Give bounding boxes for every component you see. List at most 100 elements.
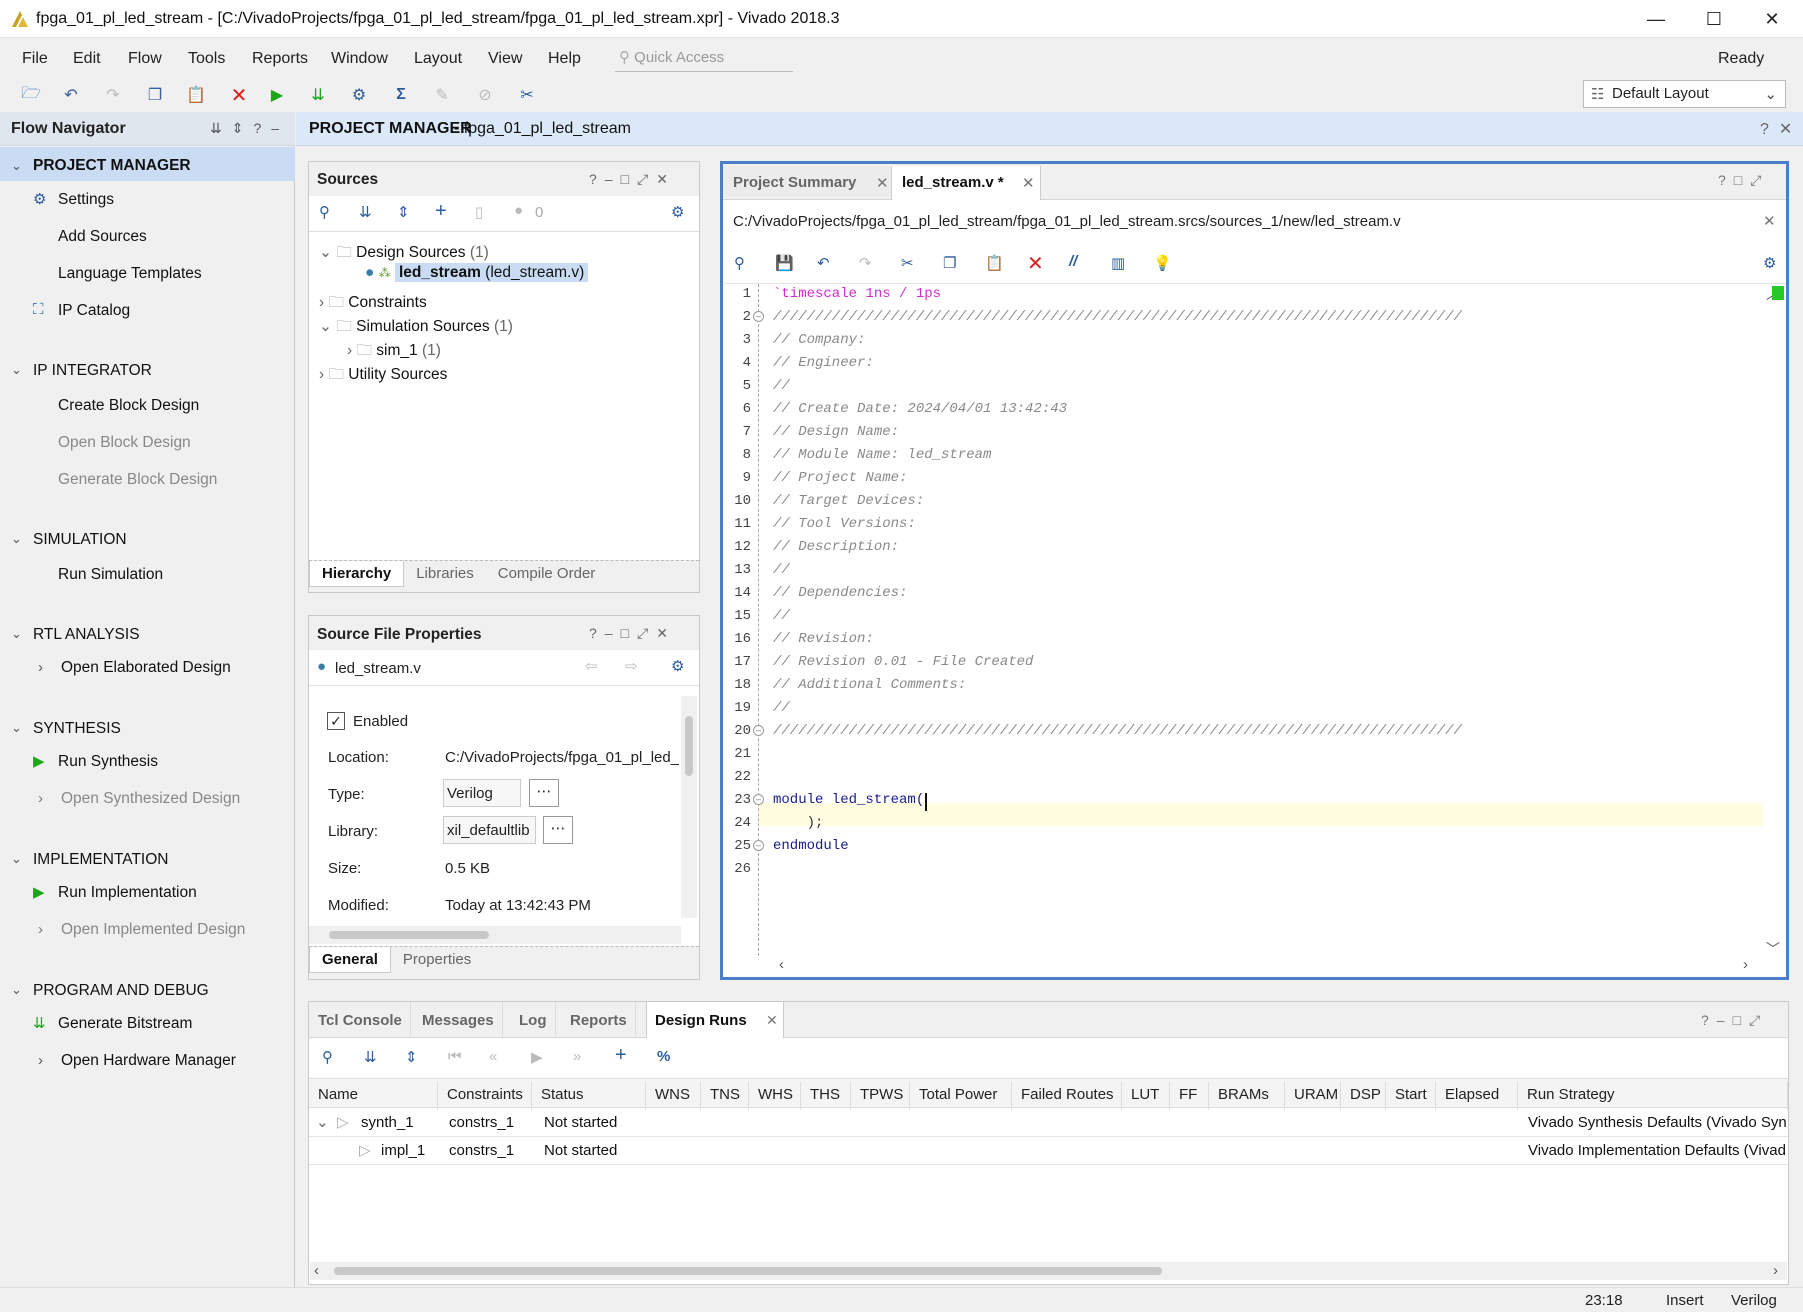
fn-item-run-synthesis[interactable]: Run Synthesis xyxy=(58,753,158,771)
type-browse-button[interactable]: ⋯ xyxy=(529,779,559,807)
close-icon[interactable]: ✕ xyxy=(1763,212,1776,230)
comment-icon[interactable]: // xyxy=(1069,253,1077,270)
tab-properties[interactable]: Properties xyxy=(391,947,483,972)
tab-hierarchy[interactable]: Hierarchy xyxy=(309,561,405,587)
auto-connect-icon[interactable]: ✂ xyxy=(514,82,540,108)
editor-vscrollbar[interactable]: ︿ ﹀ xyxy=(1763,284,1783,959)
column-header[interactable]: BRAMs xyxy=(1209,1082,1285,1110)
fn-item-run-simulation[interactable]: Run Simulation xyxy=(58,566,163,584)
tab-libraries[interactable]: Libraries xyxy=(404,561,486,586)
enabled-checkbox[interactable]: ✓ xyxy=(327,712,345,730)
properties-icon[interactable]: ▯ xyxy=(475,203,483,221)
type-field[interactable]: Verilog xyxy=(443,779,521,807)
menu-flow[interactable]: Flow xyxy=(128,50,162,68)
lightbulb-icon[interactable]: 💡 xyxy=(1153,254,1172,272)
chevron-down-icon[interactable]: ⌄ xyxy=(11,982,22,998)
fn-item-create-block-design[interactable]: Create Block Design xyxy=(58,397,199,415)
settings-icon[interactable]: ⚙ xyxy=(346,82,372,108)
columns-icon[interactable]: ▥ xyxy=(1111,254,1125,272)
chevron-right-icon[interactable]: › xyxy=(1743,956,1748,973)
chevron-left-icon[interactable]: ‹ xyxy=(314,1262,319,1279)
chevron-down-icon[interactable]: ⌄ xyxy=(11,851,22,867)
tree-row-sim-1[interactable]: › 🗀 sim_1 (1) xyxy=(347,338,441,365)
fn-item-open-implemented-design[interactable]: Open Implemented Design xyxy=(61,921,245,939)
column-header[interactable]: FF xyxy=(1170,1082,1209,1110)
column-header[interactable]: TPWS xyxy=(851,1082,910,1110)
runs-hscrollbar[interactable]: ‹ › xyxy=(310,1262,1787,1280)
chevron-right-icon[interactable]: › xyxy=(38,659,43,676)
fold-toggle-icon[interactable]: – xyxy=(753,794,764,805)
fn-section-project-manager[interactable]: PROJECT MANAGER xyxy=(33,157,191,175)
fn-item-settings[interactable]: Settings xyxy=(58,191,114,209)
column-header[interactable]: Elapsed xyxy=(1436,1082,1518,1110)
fn-item-open-block-design[interactable]: Open Block Design xyxy=(58,434,191,452)
tree-row-constraints[interactable]: › 🗀 Constraints xyxy=(319,290,427,317)
column-header[interactable]: URAM xyxy=(1285,1082,1341,1110)
undo-icon[interactable]: ↶ xyxy=(58,82,84,108)
menu-tools[interactable]: Tools xyxy=(188,50,225,68)
minimize-button[interactable]: — xyxy=(1627,0,1685,38)
tree-row-simulation-sources[interactable]: ⌄ 🗀 Simulation Sources (1) xyxy=(319,314,513,341)
tree-row-top-module[interactable]: ● ⁂ led_stream (led_stream.v) xyxy=(365,263,589,282)
disabled-tool-icon[interactable]: ✎ xyxy=(429,82,455,108)
copy-icon[interactable]: ❐ xyxy=(142,82,168,108)
layout-select[interactable]: ☷ Default Layout ⌄ xyxy=(1583,80,1786,108)
library-field[interactable]: xil_defaultlib xyxy=(443,816,536,844)
close-icon[interactable]: ✕ xyxy=(1022,174,1035,192)
scroll-thumb[interactable] xyxy=(329,931,489,939)
menu-edit[interactable]: Edit xyxy=(73,50,101,68)
column-header[interactable]: Total Power xyxy=(910,1082,1012,1110)
search-icon[interactable]: ⚲ xyxy=(322,1048,333,1066)
collapse-all-icon[interactable]: ⇊ xyxy=(364,1048,377,1066)
chevron-down-icon[interactable]: ⌄ xyxy=(11,362,22,378)
close-icon[interactable]: ✕ xyxy=(766,1012,778,1029)
collapse-all-icon[interactable]: ⇊ xyxy=(359,203,372,221)
tab-reports[interactable]: Reports xyxy=(562,1002,636,1038)
tree-row-utility-sources[interactable]: › 🗀 Utility Sources xyxy=(319,362,447,389)
chevron-right-icon[interactable]: › xyxy=(38,1052,43,1069)
column-header[interactable]: THS xyxy=(801,1082,851,1110)
first-icon[interactable]: ⏮ xyxy=(448,1048,462,1065)
column-header[interactable]: Run Strategy xyxy=(1518,1082,1788,1110)
column-header[interactable]: Start xyxy=(1386,1082,1436,1110)
fn-item-open-synthesized-design[interactable]: Open Synthesized Design xyxy=(61,790,240,808)
search-icon[interactable]: ⚲ xyxy=(734,254,745,272)
redo-icon[interactable]: ↷ xyxy=(100,82,126,108)
column-header[interactable]: Constraints xyxy=(438,1082,532,1110)
copy-icon[interactable]: ❐ xyxy=(943,254,956,272)
chevron-right-icon[interactable]: › xyxy=(38,921,43,938)
panel-controls[interactable]: ?–□⤢✕ xyxy=(589,171,676,188)
fn-section-ip-integrator[interactable]: IP INTEGRATOR xyxy=(33,362,152,380)
fn-item-ip-catalog[interactable]: IP Catalog xyxy=(58,302,130,320)
fn-section-rtl-analysis[interactable]: RTL ANALYSIS xyxy=(33,626,140,644)
tab-project-summary[interactable]: Project Summary ✕ xyxy=(723,166,891,196)
sigma-icon[interactable]: Σ xyxy=(388,82,414,108)
disabled-tool2-icon[interactable]: ⊘ xyxy=(472,82,498,108)
column-header[interactable]: WNS xyxy=(646,1082,701,1110)
close-icon[interactable]: ✕ xyxy=(876,174,889,192)
panel-controls[interactable]: ?–□⤢✕ xyxy=(589,625,676,642)
tab-led-stream[interactable]: led_stream.v * ✕ xyxy=(891,166,1041,201)
tab-design-runs[interactable]: Design Runs xyxy=(646,1002,784,1039)
fn-item-open-elaborated-design[interactable]: Open Elaborated Design xyxy=(61,659,231,677)
fold-toggle-icon[interactable]: – xyxy=(753,311,764,322)
fold-toggle-icon[interactable]: – xyxy=(753,725,764,736)
back-arrow-icon[interactable]: ⇦ xyxy=(585,657,598,675)
fast-forward-icon[interactable]: » xyxy=(573,1048,581,1065)
add-icon[interactable]: + xyxy=(615,1044,627,1067)
run-icon[interactable]: ▶ xyxy=(264,82,290,108)
expand-all-icon[interactable]: ⇕ xyxy=(405,1048,418,1066)
chevron-down-icon[interactable]: ⌄ xyxy=(11,531,22,547)
cut-icon[interactable]: ✂ xyxy=(901,254,914,272)
redo-icon[interactable]: ↷ xyxy=(859,254,872,272)
fn-section-program-debug[interactable]: PROGRAM AND DEBUG xyxy=(33,982,209,1000)
scroll-thumb[interactable] xyxy=(685,716,693,776)
menu-file[interactable]: File xyxy=(22,50,48,68)
gear-icon[interactable]: ⚙ xyxy=(1763,254,1776,272)
chevron-down-icon[interactable]: ﹀ xyxy=(1766,939,1780,959)
fn-item-generate-bitstream[interactable]: Generate Bitstream xyxy=(58,1015,192,1033)
chevron-right-icon[interactable]: › xyxy=(1773,1262,1778,1279)
chevron-down-icon[interactable]: ⌄ xyxy=(11,158,22,174)
fn-item-generate-block-design[interactable]: Generate Block Design xyxy=(58,471,217,489)
paste-icon[interactable]: 📋 xyxy=(985,254,1004,272)
